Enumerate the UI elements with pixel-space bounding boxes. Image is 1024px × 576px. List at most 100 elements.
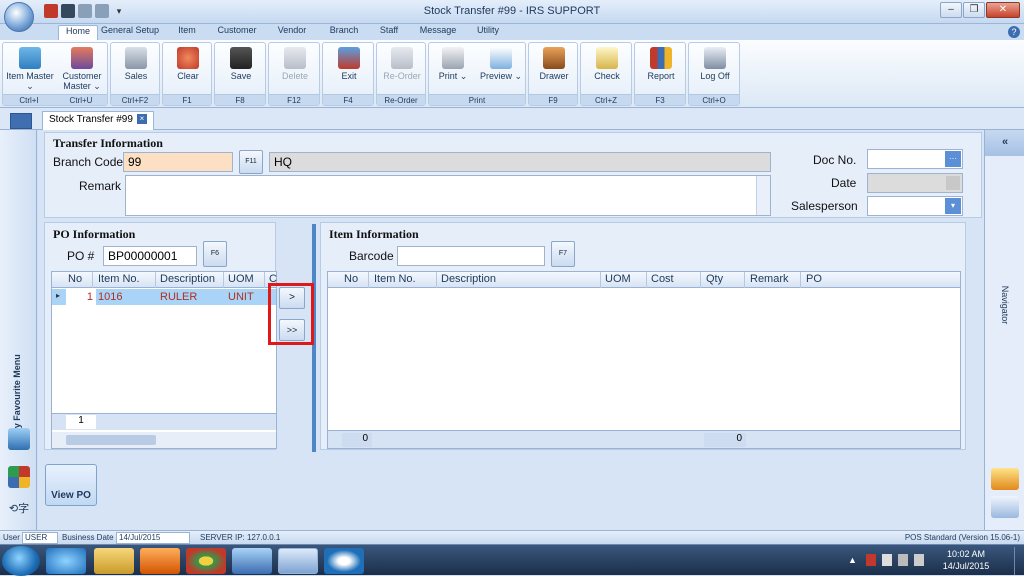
irs-app-icon[interactable] bbox=[278, 548, 318, 574]
expand-left-panel-icon[interactable] bbox=[10, 113, 32, 129]
table-row[interactable]: ▸ 1 1016 RULER UNIT bbox=[52, 289, 276, 305]
show-desktop-button[interactable] bbox=[1014, 547, 1024, 575]
salesperson-select[interactable]: ▾ bbox=[867, 196, 963, 216]
po-horizontal-scrollbar[interactable] bbox=[52, 432, 276, 448]
check-button[interactable]: Check bbox=[583, 43, 631, 95]
tab-general-setup[interactable]: General Setup bbox=[100, 25, 160, 35]
tab-message[interactable]: Message bbox=[416, 25, 460, 35]
save-button[interactable]: Save bbox=[217, 43, 265, 95]
window-title: Stock Transfer #99 - IRS SUPPORT bbox=[423, 5, 601, 17]
item-grid-footer: 0 0 bbox=[328, 430, 960, 448]
report-button[interactable]: Report bbox=[637, 43, 685, 95]
main-content: Transfer Information Branch Code 99 F11 … bbox=[38, 130, 984, 530]
view-po-button[interactable]: View PO bbox=[45, 464, 97, 506]
logoff-button[interactable]: Log Off bbox=[691, 43, 739, 95]
grid-view-icon[interactable] bbox=[991, 496, 1019, 518]
app-menu-orb-icon[interactable] bbox=[4, 2, 34, 32]
branch-code-input[interactable]: 99 bbox=[123, 152, 233, 172]
report-label: Report bbox=[647, 71, 675, 81]
po-number-input[interactable]: BP00000001 bbox=[103, 246, 197, 266]
language-icon[interactable]: ⟲字 bbox=[8, 498, 30, 520]
reorder-button[interactable]: Re-Order bbox=[379, 43, 425, 95]
tab-item[interactable]: Item bbox=[172, 25, 202, 35]
item-col-item-no[interactable]: Item No. bbox=[374, 273, 416, 285]
volume-icon[interactable] bbox=[914, 554, 924, 566]
network-icon[interactable] bbox=[882, 554, 892, 566]
po-col-item-no[interactable]: Item No. bbox=[98, 273, 140, 285]
exit-button[interactable]: Exit bbox=[325, 43, 373, 95]
item-col-cost[interactable]: Cost bbox=[651, 273, 674, 285]
chrome-icon[interactable] bbox=[186, 548, 226, 574]
date-input[interactable] bbox=[867, 173, 963, 193]
tab-vendor[interactable]: Vendor bbox=[272, 25, 312, 35]
business-date-value[interactable]: 14/Jul/2015 bbox=[116, 532, 190, 544]
po-row-description: RULER bbox=[160, 291, 198, 303]
flag-icon[interactable] bbox=[866, 554, 876, 566]
help-icon[interactable]: ? bbox=[1008, 26, 1020, 38]
doc-no-label: Doc No. bbox=[813, 153, 857, 167]
po-information-panel: PO Information PO # BP00000001 F6 No Ite… bbox=[44, 222, 277, 450]
po-col-description[interactable]: Description bbox=[160, 273, 215, 285]
signal-icon[interactable] bbox=[898, 554, 908, 566]
ribbon-group-delete: Delete F12 bbox=[268, 42, 320, 106]
customer-master-button[interactable]: Customer Master ⌄ bbox=[57, 43, 107, 95]
item-col-uom[interactable]: UOM bbox=[605, 273, 631, 285]
user-value: USER bbox=[22, 532, 58, 544]
ribbon-group-print: Print ⌄ Preview ⌄ Print bbox=[428, 42, 526, 106]
ribbon-group-report: Report F3 bbox=[634, 42, 686, 106]
item-master-button[interactable]: Item Master ⌄ bbox=[5, 43, 55, 95]
reorder-label: Re-Order bbox=[383, 71, 421, 81]
close-button[interactable]: ✕ bbox=[986, 2, 1020, 18]
sales-shortcut: Ctrl+F2 bbox=[111, 94, 159, 105]
drawer-button[interactable]: Drawer bbox=[531, 43, 577, 95]
ribbon-group-drawer: Drawer F9 bbox=[528, 42, 578, 106]
doc-no-input[interactable]: ··· bbox=[867, 149, 963, 169]
file-explorer-icon[interactable] bbox=[94, 548, 134, 574]
print-button[interactable]: Print ⌄ bbox=[431, 43, 475, 95]
tab-customer[interactable]: Customer bbox=[214, 25, 260, 35]
irs-support-icon[interactable] bbox=[324, 548, 364, 574]
drawer-shortcut: F9 bbox=[529, 94, 577, 105]
branch-lookup-button[interactable]: F11 bbox=[239, 150, 263, 174]
sales-button[interactable]: Sales bbox=[113, 43, 159, 95]
start-button-icon[interactable] bbox=[2, 546, 40, 576]
po-col-no[interactable]: No bbox=[68, 273, 82, 285]
save-shortcut: F8 bbox=[215, 94, 265, 105]
media-player-icon[interactable] bbox=[140, 548, 180, 574]
clock-date[interactable]: 14/Jul/2015 bbox=[936, 561, 996, 571]
po-lookup-button[interactable]: F6 bbox=[203, 241, 227, 267]
tab-branch[interactable]: Branch bbox=[324, 25, 364, 35]
restore-button[interactable]: ❐ bbox=[963, 2, 985, 18]
po-grid: No Item No. Description UOM C ▸ 1 1016 R… bbox=[51, 271, 277, 449]
delete-button[interactable]: Delete bbox=[271, 43, 319, 95]
minimize-button[interactable]: – bbox=[940, 2, 962, 18]
tab-stock-transfer[interactable]: Stock Transfer #99 × bbox=[42, 111, 154, 130]
item-col-description[interactable]: Description bbox=[441, 273, 496, 285]
tray-expand-icon[interactable]: ▲ bbox=[848, 555, 857, 565]
drawer-icon bbox=[543, 47, 565, 69]
settings-gear-icon[interactable] bbox=[991, 468, 1019, 490]
item-col-qty[interactable]: Qty bbox=[706, 273, 723, 285]
remark-textarea[interactable] bbox=[125, 175, 771, 216]
modules-icon[interactable] bbox=[8, 428, 30, 450]
tab-utility[interactable]: Utility bbox=[470, 25, 506, 35]
internet-explorer-icon[interactable] bbox=[46, 548, 86, 574]
tab-staff[interactable]: Staff bbox=[372, 25, 406, 35]
app-window-icon[interactable] bbox=[232, 548, 272, 574]
exit-door-icon bbox=[338, 47, 360, 69]
chart-pie-icon[interactable] bbox=[8, 466, 30, 488]
item-col-po[interactable]: PO bbox=[806, 273, 822, 285]
delete-shortcut: F12 bbox=[269, 94, 319, 105]
item-col-remark[interactable]: Remark bbox=[750, 273, 789, 285]
item-col-no[interactable]: No bbox=[344, 273, 358, 285]
po-information-title: PO Information bbox=[53, 227, 136, 241]
navigator-collapse-button[interactable]: « bbox=[985, 130, 1024, 156]
preview-button[interactable]: Preview ⌄ bbox=[477, 43, 525, 95]
barcode-input[interactable] bbox=[397, 246, 545, 266]
clear-button[interactable]: Clear bbox=[165, 43, 211, 95]
close-tab-icon[interactable]: × bbox=[136, 114, 147, 125]
tab-home[interactable]: Home bbox=[58, 25, 98, 41]
clock-time[interactable]: 10:02 AM bbox=[936, 549, 996, 559]
po-col-uom[interactable]: UOM bbox=[228, 273, 254, 285]
barcode-lookup-button[interactable]: F7 bbox=[551, 241, 575, 267]
